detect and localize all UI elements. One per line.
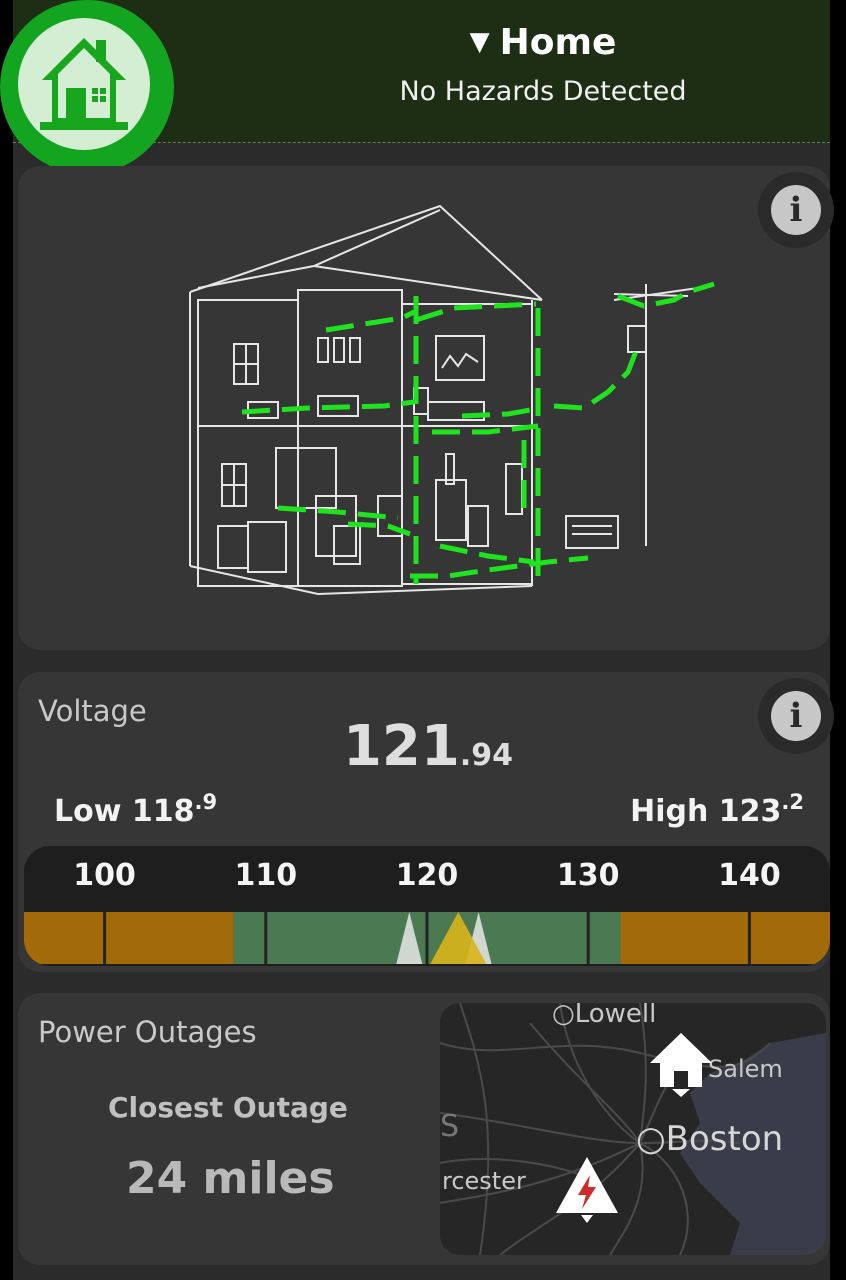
closest-outage-label: Closest Outage (108, 1091, 348, 1124)
gauge-low-warning-zone (24, 912, 234, 964)
high-decimal: .2 (781, 790, 804, 814)
location-label: Home (499, 22, 617, 63)
low-value: 118 (131, 794, 195, 829)
gauge-bar (24, 912, 830, 964)
outage-map[interactable]: ○Lowell Salem ○Boston rcester S (440, 1003, 826, 1255)
high-value: 123 (718, 794, 782, 829)
triangle-down-icon: ▼ (469, 27, 490, 57)
high-label: High (630, 794, 709, 829)
power-outages-card: Power Outages Closest Outage 24 miles ○L… (18, 993, 830, 1265)
voltage-high: High 123.2 (630, 790, 804, 829)
home-badge-inner (18, 18, 150, 150)
voltage-gauge: 100 110 120 130 140 (24, 846, 830, 966)
map-label-lowell: ○Lowell (552, 1003, 657, 1029)
gauge-high-warning-zone (620, 912, 830, 964)
outages-title: Power Outages (38, 1015, 257, 1049)
voltage-card: Voltage i 121.94 Low 118.9 High 123.2 10… (18, 672, 834, 972)
house-marker-icon[interactable] (646, 1029, 716, 1099)
house-wiring-illustration (189, 204, 715, 595)
location-selector[interactable]: ▼ Home (343, 22, 743, 63)
map-label-salem: Salem (708, 1055, 783, 1083)
lightning-warning-icon[interactable] (554, 1153, 620, 1225)
house-info-button[interactable]: i (758, 172, 834, 248)
hazard-status: No Hazards Detected (399, 76, 687, 107)
low-decimal: .9 (194, 790, 218, 814)
info-icon: i (771, 185, 821, 235)
voltage-value: 121.94 (18, 714, 838, 779)
voltage-low: Low 118.9 (54, 790, 217, 829)
house-icon (40, 38, 128, 130)
voltage-value-decimal: .94 (459, 738, 514, 773)
map-label-worcester: rcester (442, 1167, 526, 1195)
voltage-value-main: 121 (342, 714, 460, 779)
home-badge[interactable] (0, 0, 174, 174)
house-wiring-card: i (18, 166, 834, 650)
closest-outage-distance: 24 miles (126, 1153, 335, 1204)
map-label-boston: ○Boston (636, 1119, 784, 1159)
low-label: Low (54, 794, 122, 829)
left-frame-edge (0, 0, 13, 1280)
right-frame-edge (830, 0, 846, 1280)
map-label-partial: S (440, 1109, 460, 1144)
